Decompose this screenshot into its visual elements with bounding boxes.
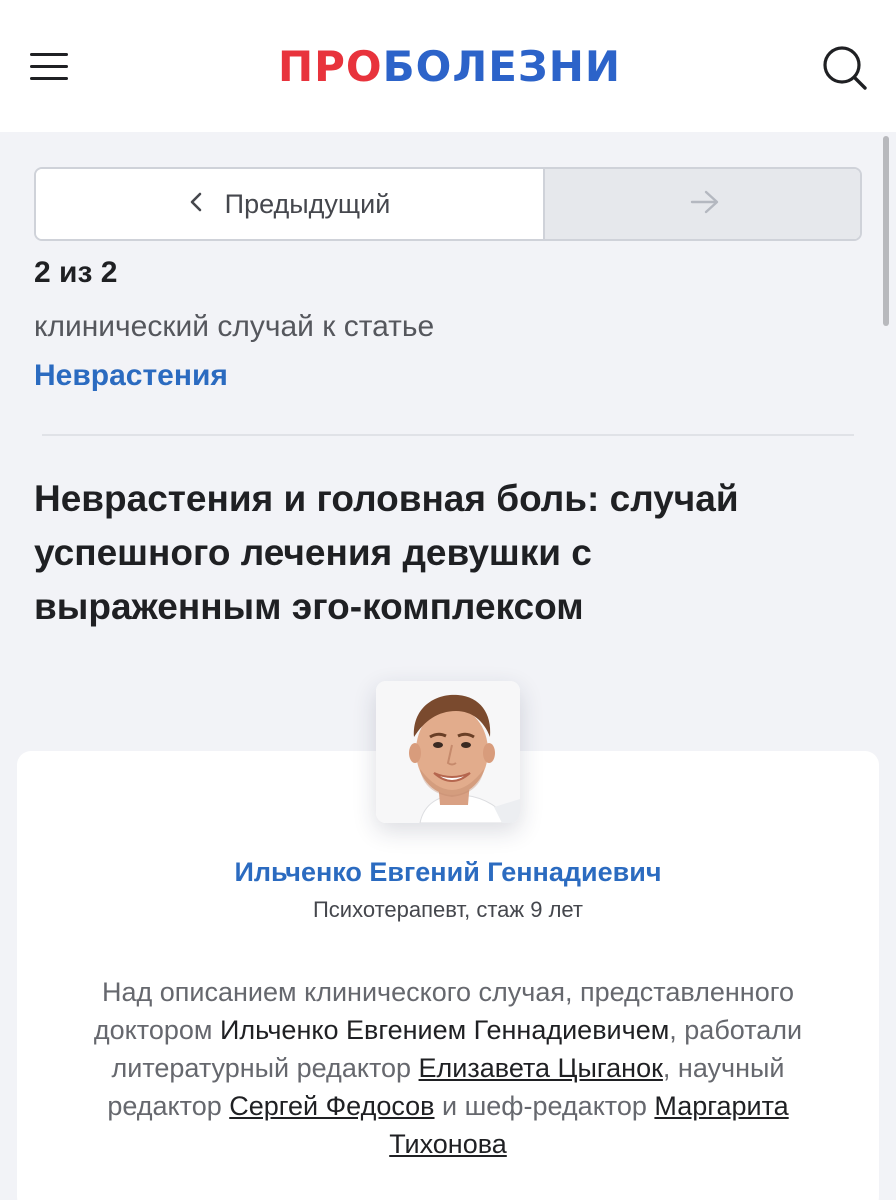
science-editor-link[interactable]: Сергей Федосов (229, 1091, 434, 1121)
credits-doctor-name: Ильченко Евгением Геннадиевичем (219, 1015, 670, 1045)
arrow-right-icon (689, 189, 721, 220)
divider (42, 434, 854, 436)
logo-part-blue: БОЛЕЗНИ (382, 42, 622, 91)
site-header: ПРОБОЛЕЗНИ (0, 0, 896, 132)
logo-part-red: ПРО (278, 42, 383, 91)
previous-button[interactable]: Предыдущий (36, 169, 543, 239)
case-subtitle: клинический случай к статье (34, 310, 435, 343)
literary-editor-link[interactable]: Елизавета Цыганок (419, 1053, 663, 1083)
previous-button-label: Предыдущий (224, 188, 391, 219)
doctor-name[interactable]: Ильченко Евгений Геннадиевич (0, 857, 896, 888)
search-icon[interactable] (818, 42, 870, 94)
article-link[interactable]: Неврастения (34, 359, 228, 393)
scrollbar[interactable] (883, 136, 889, 326)
chevron-left-icon (189, 191, 203, 218)
site-logo[interactable]: ПРОБОЛЕЗНИ (278, 42, 621, 92)
next-button[interactable] (543, 169, 860, 239)
doctor-photo[interactable] (376, 681, 520, 823)
case-navigation: Предыдущий (34, 167, 862, 241)
case-counter: 2 из 2 (34, 256, 118, 289)
credits-mid-3: и шеф-редактор (434, 1091, 655, 1121)
case-title: Неврастения и головная боль: случай успе… (34, 478, 739, 627)
doctor-meta: Психотерапевт, стаж 9 лет (312, 897, 583, 922)
hamburger-menu-icon[interactable] (30, 50, 70, 82)
credits-text: Над описанием клинического случая, предс… (90, 973, 806, 1163)
